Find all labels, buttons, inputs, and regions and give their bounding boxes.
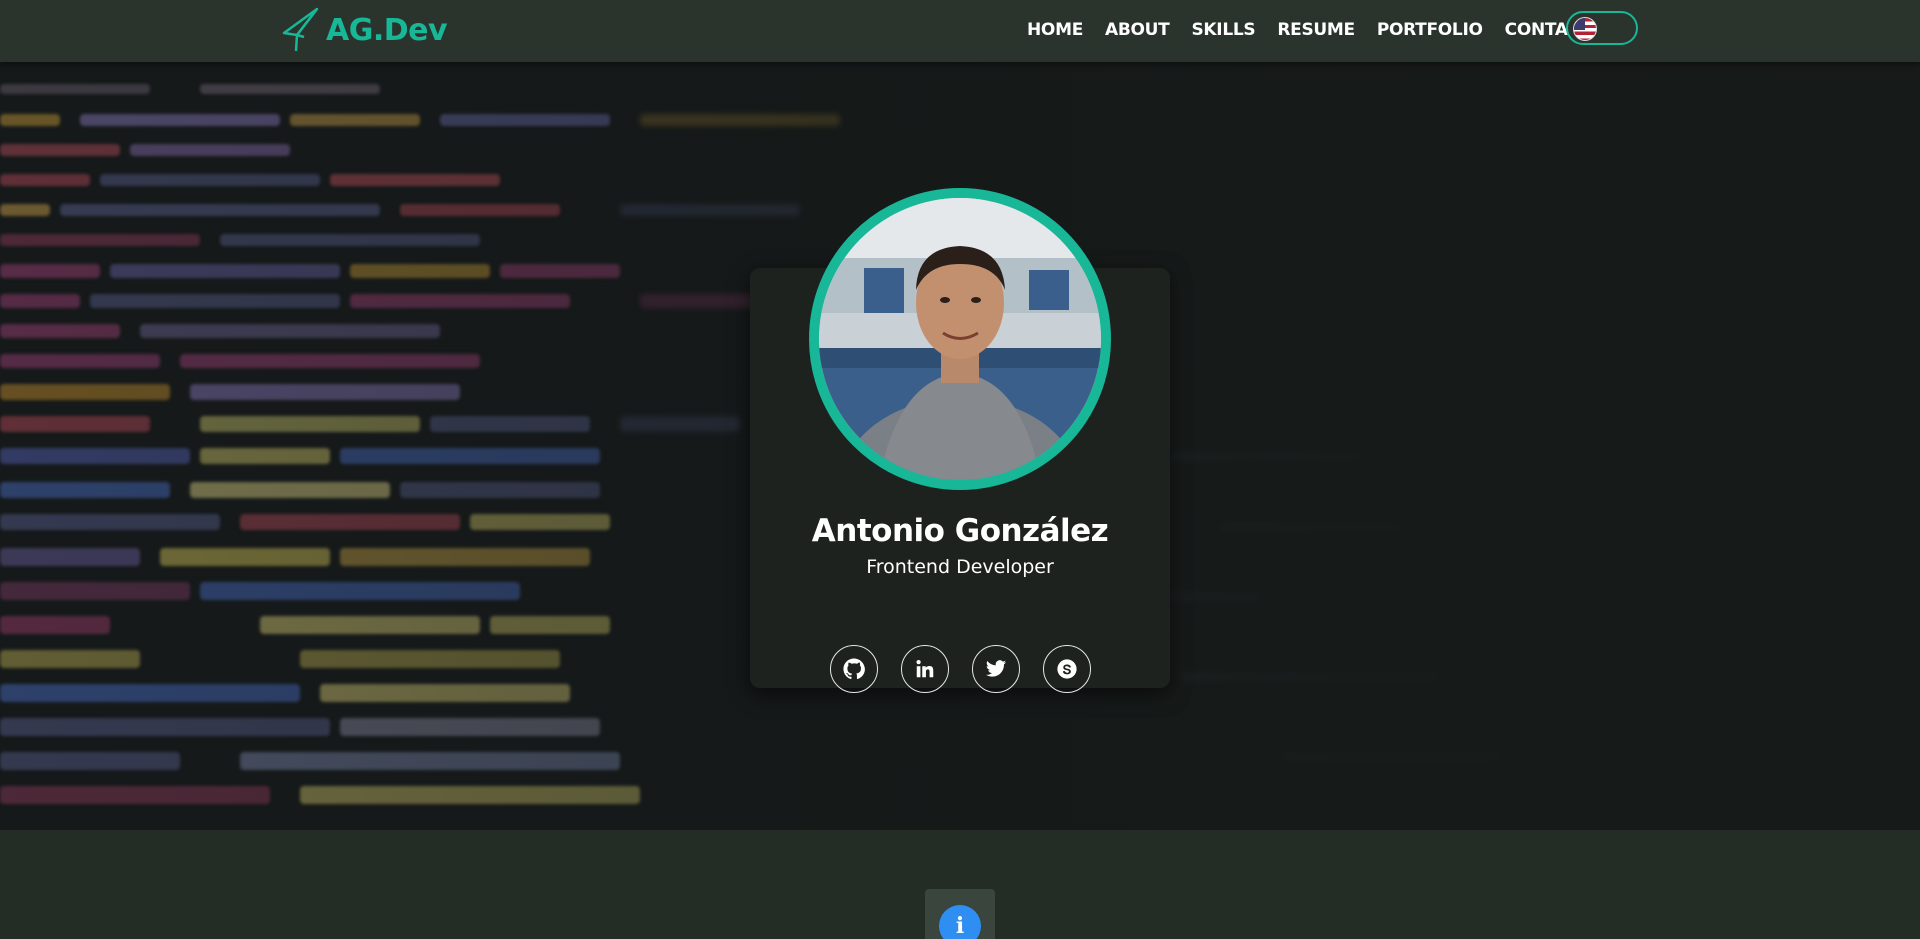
profile-photo (819, 198, 1101, 480)
info-icon: i (939, 905, 981, 939)
main-nav: HOME ABOUT SKILLS RESUME PORTFOLIO CONTA… (1027, 20, 1613, 40)
github-icon (843, 658, 865, 680)
nav-resume[interactable]: RESUME (1277, 20, 1355, 40)
navbar: AG.Dev HOME ABOUT SKILLS RESUME PORTFOLI… (0, 0, 1920, 62)
profile-title: Frontend Developer (866, 556, 1054, 578)
nav-skills[interactable]: SKILLS (1191, 20, 1255, 40)
twitter-button[interactable] (972, 645, 1020, 693)
nav-home[interactable]: HOME (1027, 20, 1083, 40)
github-button[interactable] (830, 645, 878, 693)
language-toggle[interactable] (1566, 11, 1638, 45)
paper-plane-logo-icon (282, 7, 319, 52)
avatar (809, 188, 1111, 490)
skype-icon (1057, 659, 1077, 679)
linkedin-button[interactable] (901, 645, 949, 693)
nav-about[interactable]: ABOUT (1105, 20, 1170, 40)
twitter-icon (985, 660, 1007, 677)
profile-name: Antonio González (811, 513, 1109, 549)
nav-portfolio[interactable]: PORTFOLIO (1377, 20, 1483, 40)
skype-button[interactable] (1043, 645, 1091, 693)
social-links (830, 645, 1091, 693)
us-flag-icon (1573, 17, 1597, 41)
linkedin-icon (916, 660, 934, 678)
section-tab[interactable]: i (925, 889, 995, 939)
about-section: i (0, 830, 1920, 939)
brand-name: AG.Dev (326, 12, 448, 48)
brand-link[interactable]: AG.Dev (280, 4, 448, 56)
